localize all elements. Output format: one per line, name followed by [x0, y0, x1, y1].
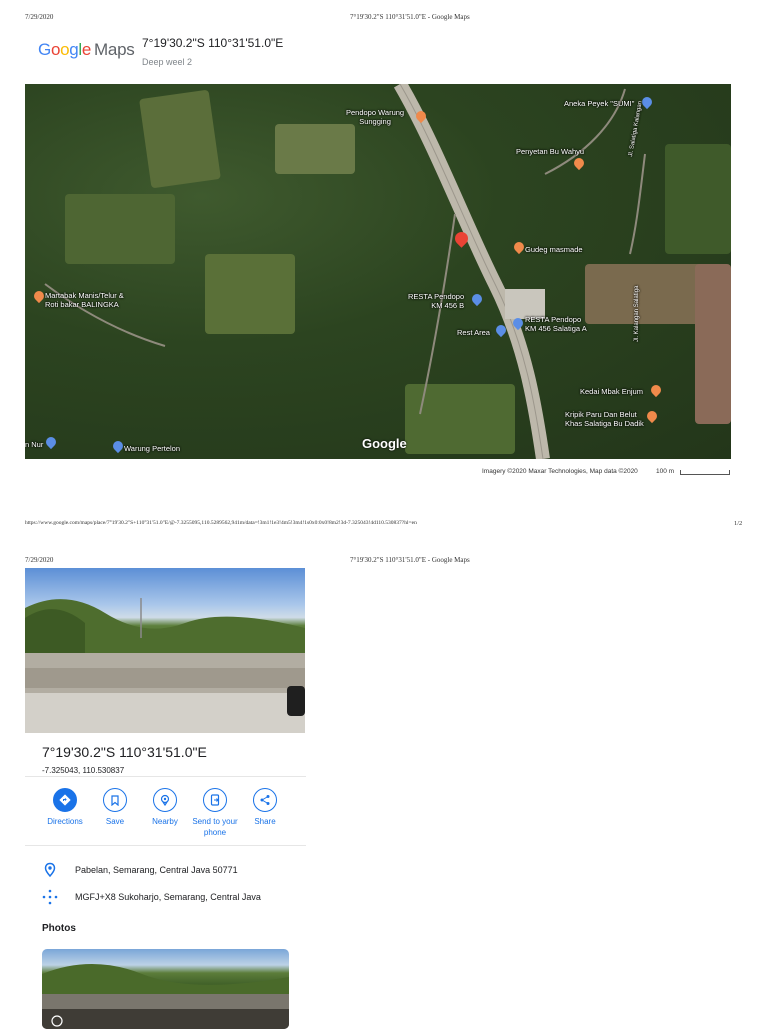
place-label[interactable]: n Nur — [25, 440, 43, 449]
logo-letter-1: G — [38, 40, 51, 59]
place-label[interactable]: Kedai Mbak Enjum — [580, 387, 643, 396]
place-label[interactable]: Warung Pertelon — [124, 444, 180, 453]
address-text[interactable]: Pabelan, Semarang, Central Java 50771 — [75, 865, 238, 875]
location-pin-icon — [42, 862, 58, 878]
send-to-phone-icon — [203, 788, 227, 812]
directions-button[interactable]: Directions — [37, 788, 93, 827]
map-attribution: Imagery ©2020 Maxar Technologies, Map da… — [482, 468, 638, 475]
print-page-number: 1/2 — [734, 520, 743, 527]
nearby-button[interactable]: Nearby — [137, 788, 193, 827]
send-to-phone-button[interactable]: Send to your phone — [187, 788, 243, 838]
place-title: 7°19'30.2"S 110°31'51.0"E — [42, 744, 207, 760]
save-button[interactable]: Save — [87, 788, 143, 827]
place-label[interactable]: Pendopo Warung Sungging — [346, 108, 404, 126]
send-to-phone-label: Send to your phone — [192, 817, 238, 837]
share-button[interactable]: Share — [237, 788, 293, 827]
save-label: Save — [105, 817, 125, 826]
logo-letter-3: o — [60, 40, 70, 59]
road-label: Jl. Kalangan Salatiga — [634, 285, 640, 342]
plus-code-icon — [42, 889, 58, 905]
google-watermark: Google — [362, 436, 407, 451]
place-label[interactable]: RESTA Pendopo KM 456 Salatiga A — [525, 315, 587, 333]
logo-letter-2: o — [50, 40, 61, 59]
bookmark-icon — [103, 788, 127, 812]
place-coordinates[interactable]: -7.325043, 110.530837 — [42, 766, 124, 775]
place-label[interactable]: Gudeg masmade — [525, 245, 583, 254]
highway — [44, 84, 646, 459]
print-date: 7/29/2020 — [25, 556, 54, 564]
nearby-label: Nearby — [152, 817, 178, 826]
plus-code-text[interactable]: MGFJ+X8 Sukoharjo, Semarang, Central Jav… — [75, 892, 261, 902]
place-photo[interactable] — [42, 949, 289, 1029]
directions-label: Directions — [47, 817, 83, 826]
header-subtitle: Deep weel 2 — [142, 57, 193, 67]
place-label[interactable]: Penyetan Bu Wahyu — [516, 147, 584, 156]
header-coords: 7°19'30.2"S 110°31'51.0"E — [142, 36, 284, 50]
share-icon — [253, 788, 277, 812]
map-scale-label: 100 m — [656, 468, 675, 475]
print-title: 7°19'30.2"S 110°31'51.0"E - Google Maps — [350, 556, 470, 564]
place-label[interactable]: Martabak Manis/Telur & Roti bakar BALING… — [45, 291, 124, 309]
photo-scene — [25, 598, 305, 733]
google-maps-logo[interactable]: Google Maps — [38, 40, 135, 60]
directions-icon — [53, 788, 77, 812]
photo-scene — [42, 964, 289, 1029]
satellite-map[interactable]: Pendopo Warung Sungging Aneka Peyek "SUM… — [25, 84, 731, 459]
share-label: Share — [254, 817, 276, 826]
divider — [25, 776, 306, 777]
print-date: 7/29/2020 — [25, 13, 54, 21]
logo-letter-6: e — [81, 40, 92, 59]
photos-heading: Photos — [42, 923, 76, 934]
print-footer-url: https://www.google.com/maps/place/7°19'3… — [25, 520, 417, 526]
place-label[interactable]: RESTA Pendopo KM 456 B — [408, 292, 464, 310]
logo-maps-text: Maps — [94, 40, 135, 59]
place-label[interactable]: Aneka Peyek "SUMI" — [564, 99, 634, 108]
place-label[interactable]: Kripik Paru Dan Belut Khas Salatiga Bu D… — [565, 410, 644, 428]
place-label[interactable]: Rest Area — [457, 328, 490, 337]
divider — [25, 845, 306, 846]
print-title: 7°19'30.2"S 110°31'51.0"E - Google Maps — [350, 13, 470, 21]
map-scale-bar — [680, 470, 730, 475]
nearby-icon — [153, 788, 177, 812]
street-view-photo[interactable] — [25, 568, 305, 733]
